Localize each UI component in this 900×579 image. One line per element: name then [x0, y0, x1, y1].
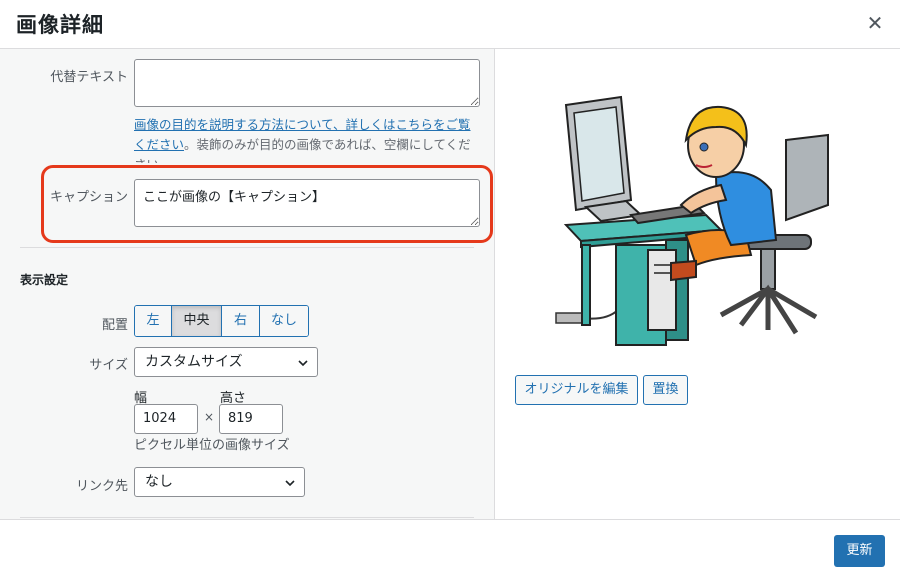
image-details-modal: 画像詳細 ✕ 代替テキスト 画像の目的を説明する方法について、詳しくはこちらをご… — [0, 0, 900, 579]
align-label: 配置 — [101, 318, 128, 333]
chevron-down-icon — [285, 480, 295, 487]
divider — [20, 517, 474, 518]
edit-original-button[interactable]: オリジナルを編集 — [515, 375, 638, 405]
link-label: リンク先 — [75, 479, 128, 494]
alt-text-label: 代替テキスト — [50, 70, 128, 85]
modal-header: 画像詳細 ✕ — [0, 0, 900, 49]
link-select-value: なし — [145, 474, 173, 490]
align-right-button[interactable]: 右 — [222, 306, 260, 336]
align-button-group: 左 中央 右 なし — [134, 305, 309, 337]
boy-at-computer-image — [555, 95, 829, 346]
description-text: 。装飾のみが目的の画像であれば、空欄にしてください。 — [134, 137, 471, 163]
size-select-value: カスタムサイズ — [145, 354, 243, 370]
replace-button[interactable]: 置換 — [643, 375, 688, 405]
attachment-settings: 代替テキスト 画像の目的を説明する方法について、詳しくはこちらをご覧ください。装… — [0, 49, 495, 519]
caption-label: キャプション — [49, 190, 128, 205]
update-button[interactable]: 更新 — [834, 535, 885, 567]
size-select[interactable]: カスタムサイズ — [134, 347, 318, 377]
height-input[interactable]: 819 — [219, 404, 283, 434]
width-input[interactable]: 1024 — [134, 404, 198, 434]
alt-text-field[interactable] — [134, 59, 480, 107]
times-sign: × — [204, 410, 215, 424]
size-hint: ピクセル単位の画像サイズ — [134, 438, 290, 453]
link-select[interactable]: なし — [134, 467, 305, 497]
align-none-button[interactable]: なし — [260, 306, 308, 336]
align-center-button[interactable]: 中央 — [172, 306, 222, 336]
image-preview-panel: オリジナルを編集 置換 — [496, 49, 900, 519]
chevron-down-icon — [298, 360, 308, 367]
caption-field[interactable]: ここが画像の【キャプション】 — [134, 179, 480, 227]
size-label: サイズ — [89, 358, 128, 373]
align-left-button[interactable]: 左 — [135, 306, 172, 336]
display-settings-title: 表示設定 — [20, 273, 69, 287]
modal-footer: 更新 — [0, 519, 900, 579]
close-icon[interactable]: ✕ — [864, 12, 886, 34]
modal-title: 画像詳細 — [16, 13, 104, 37]
divider — [20, 247, 474, 248]
alt-text-description: 画像の目的を説明する方法について、詳しくはこちらをご覧ください。装飾のみが目的の… — [134, 115, 480, 163]
